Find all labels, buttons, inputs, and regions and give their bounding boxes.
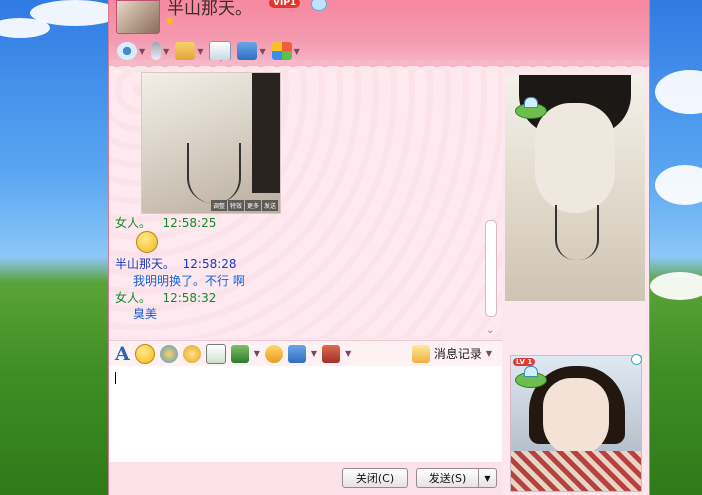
chevron-down-icon[interactable]: ▼: [163, 47, 169, 56]
emoji-icon: [136, 231, 158, 253]
font-icon[interactable]: A: [115, 343, 130, 365]
send-options-chevron-icon[interactable]: ▼: [478, 468, 497, 488]
chevron-down-icon[interactable]: ▼: [259, 47, 265, 56]
voice-call-button[interactable]: ▼: [151, 40, 169, 62]
image-hair: [252, 73, 280, 193]
message-header: 女人。 12:58:25: [115, 215, 216, 231]
chevron-down-icon[interactable]: ▼: [197, 47, 203, 56]
contact-necklace: [555, 205, 599, 260]
screen-share-button[interactable]: ▼: [237, 40, 266, 62]
message-time: 12:58:32: [162, 291, 217, 305]
screenshot-icon[interactable]: [287, 344, 306, 363]
file-transfer-icon: [175, 42, 196, 60]
message-sender: 半山那天。: [115, 257, 176, 271]
send-image-icon[interactable]: [230, 344, 249, 363]
gift-icon[interactable]: [322, 344, 341, 363]
history-icon: [411, 344, 430, 363]
vibrate-icon[interactable]: [182, 344, 201, 363]
video-icon: [117, 42, 137, 60]
ufo-icon: [515, 97, 547, 119]
contact-avatar[interactable]: [116, 0, 160, 34]
image-action-adjust[interactable]: 调整: [210, 200, 227, 211]
close-button[interactable]: 关闭(C): [342, 468, 408, 488]
cloud: [0, 18, 50, 38]
music-icon[interactable]: [264, 344, 283, 363]
mic-icon: [151, 42, 162, 60]
chevron-down-icon[interactable]: ▼: [254, 349, 260, 358]
message-text: 臭美: [133, 307, 158, 321]
sms-icon: [209, 41, 232, 61]
chat-image[interactable]: 调整 特效 更多 发送: [141, 72, 281, 214]
cloud: [655, 165, 702, 205]
chat-window: 半山那天。 VIP1 ★ ▼ ▼ ▼ ▼ ▼ 调整 特效 更多 发送 女人。 1…: [108, 0, 650, 495]
file-transfer-button[interactable]: ▼: [175, 40, 203, 62]
ufo-icon: [515, 366, 547, 388]
video-call-button[interactable]: ▼: [117, 40, 145, 62]
apps-icon: [271, 42, 292, 60]
chevron-down-icon[interactable]: ▼: [345, 349, 351, 358]
image-necklace: [187, 143, 241, 203]
message-time: 12:58:28: [182, 257, 237, 271]
message-header: 半山那天。 12:58:28: [115, 256, 237, 272]
image-action-effects[interactable]: 特效: [227, 200, 244, 211]
doodle-icon[interactable]: [205, 343, 226, 364]
contact-nickname: 半山那天。: [167, 0, 252, 19]
contact-face: [535, 103, 615, 213]
chevron-down-icon[interactable]: ▼: [139, 47, 145, 56]
chevron-down-icon[interactable]: ▼: [486, 349, 492, 358]
emoji-picker-icon[interactable]: [134, 343, 155, 364]
send-button[interactable]: 发送(S): [416, 468, 478, 488]
my-show-image[interactable]: [510, 355, 642, 492]
image-action-send[interactable]: 发送: [261, 200, 278, 211]
chevron-down-icon[interactable]: ▼: [311, 349, 317, 358]
zoom-icon[interactable]: [631, 354, 642, 365]
my-scarf: [511, 451, 641, 491]
magic-emoji-icon[interactable]: [159, 344, 178, 363]
level-badge: LV 1: [513, 358, 536, 366]
image-actions: 调整 特效 更多 发送: [210, 200, 278, 211]
my-face: [543, 378, 609, 456]
chevron-down-icon[interactable]: ▼: [294, 47, 300, 56]
scrollbar-thumb[interactable]: [485, 220, 497, 317]
message-input[interactable]: [109, 366, 502, 462]
message-time: 12:58:25: [162, 216, 217, 230]
message-history[interactable]: 调整 特效 更多 发送 女人。 12:58:25 半山那天。 12:58:28 …: [109, 70, 502, 338]
message-sender: 女人。: [115, 216, 152, 230]
input-toolbar: A ▼ ▼ ▼ 消息记录 ▼: [109, 340, 502, 366]
text-cursor: [115, 372, 116, 384]
image-action-more[interactable]: 更多: [244, 200, 261, 211]
screen-share-icon: [237, 42, 258, 60]
message-header: 女人。 12:58:32: [115, 290, 216, 306]
vip-badge[interactable]: VIP1: [269, 0, 301, 8]
sms-button[interactable]: [209, 40, 232, 62]
message-text: 我明明换了。不行 啊: [133, 274, 245, 288]
contact-show-image[interactable]: [505, 75, 645, 301]
star-icon: ★: [164, 14, 176, 29]
history-label: 消息记录: [433, 347, 482, 361]
message-sender: 女人。: [115, 291, 152, 305]
window-header: 半山那天。 VIP1 ★ ▼ ▼ ▼ ▼ ▼: [109, 0, 649, 66]
vip-status-icon[interactable]: [311, 0, 327, 11]
apps-button[interactable]: ▼: [271, 40, 300, 62]
cloud: [650, 272, 702, 300]
video-show-panel: LV 1: [503, 70, 649, 495]
scroll-down-icon[interactable]: ⌄: [486, 325, 494, 336]
cloud: [655, 70, 702, 114]
message-history-button[interactable]: 消息记录 ▼: [411, 344, 492, 363]
